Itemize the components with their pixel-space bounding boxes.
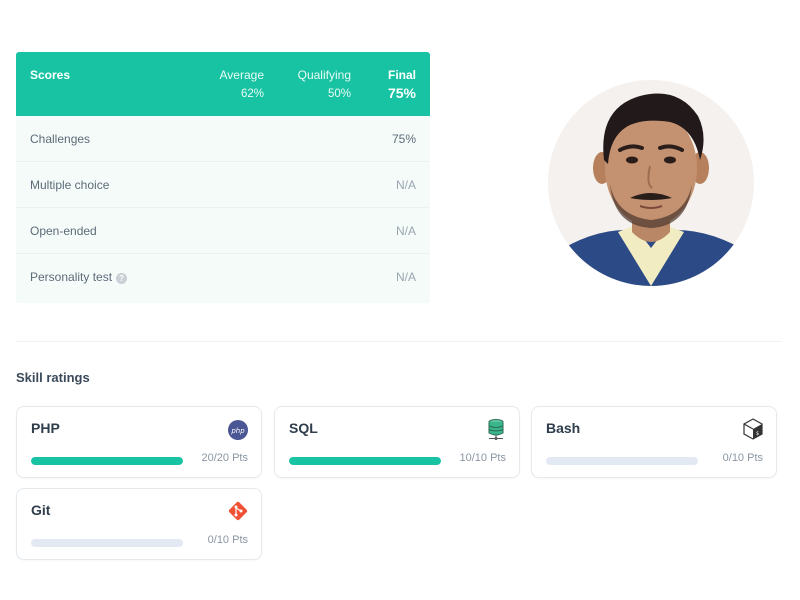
php-icon: php: [227, 418, 249, 440]
score-row-label: Challenges: [30, 132, 91, 146]
candidate-avatar: [548, 80, 754, 286]
git-icon: [227, 500, 249, 522]
score-row-value: N/A: [395, 224, 416, 238]
skill-card-bash[interactable]: Bash $ 0/10 Pts: [531, 406, 777, 478]
skill-progress-bar: [546, 457, 698, 465]
skill-points: 0/10 Pts: [207, 534, 248, 546]
score-row-label: Open-ended: [30, 224, 97, 238]
skill-card-git[interactable]: Git 0/10 Pts: [16, 488, 262, 560]
scores-card: Scores Average 62% Qualifying 50% Final …: [16, 52, 430, 303]
score-row-value: N/A: [395, 270, 416, 284]
section-divider: [16, 341, 782, 342]
skill-card-php[interactable]: PHP php 20/20 Pts: [16, 406, 262, 478]
help-icon[interactable]: ?: [116, 273, 128, 284]
skill-progress-bar: [289, 457, 441, 465]
scores-title: Scores: [30, 68, 71, 82]
skill-name: PHP: [31, 420, 60, 436]
skill-progress-bar: [31, 457, 183, 465]
skill-points: 10/10 Pts: [459, 452, 506, 464]
skill-progress-fill: [289, 457, 441, 465]
skill-name: Bash: [546, 420, 581, 436]
score-row-challenges: Challenges 75%: [16, 116, 430, 162]
score-row-label: Multiple choice: [30, 178, 110, 192]
score-row-value: 75%: [391, 132, 416, 146]
score-row-multiple-choice: Multiple choice N/A: [16, 162, 430, 208]
average-score: Average 62%: [196, 68, 264, 100]
score-row-personality-test: Personality test? N/A: [16, 254, 430, 300]
average-label: Average: [219, 68, 264, 82]
scores-header: Scores Average 62% Qualifying 50% Final …: [16, 52, 430, 116]
skill-points: 20/20 Pts: [201, 452, 248, 464]
qualifying-score: Qualifying 50%: [284, 68, 351, 100]
score-row-open-ended: Open-ended N/A: [16, 208, 430, 254]
svg-text:$: $: [756, 431, 759, 437]
skill-progress-bar: [31, 539, 183, 547]
skill-progress-fill: [31, 457, 183, 465]
skill-name: SQL: [289, 420, 318, 436]
score-row-value: N/A: [395, 178, 416, 192]
qualifying-label: Qualifying: [297, 68, 351, 82]
qualifying-value: 50%: [327, 88, 351, 100]
final-score: Final 75%: [366, 68, 416, 101]
bash-icon: $: [742, 418, 764, 440]
svg-text:php: php: [230, 427, 245, 435]
final-value: 75%: [387, 85, 416, 101]
skill-points: 0/10 Pts: [722, 452, 763, 464]
skill-card-sql[interactable]: SQL 10/10 Pts: [274, 406, 520, 478]
score-row-label-wrap: Personality test?: [30, 270, 128, 284]
average-value: 62%: [240, 88, 264, 100]
score-row-label: Personality test: [30, 270, 113, 284]
database-icon: [485, 418, 507, 440]
final-label: Final: [387, 68, 416, 82]
skill-ratings-title: Skill ratings: [16, 370, 90, 385]
skill-name: Git: [31, 502, 51, 518]
